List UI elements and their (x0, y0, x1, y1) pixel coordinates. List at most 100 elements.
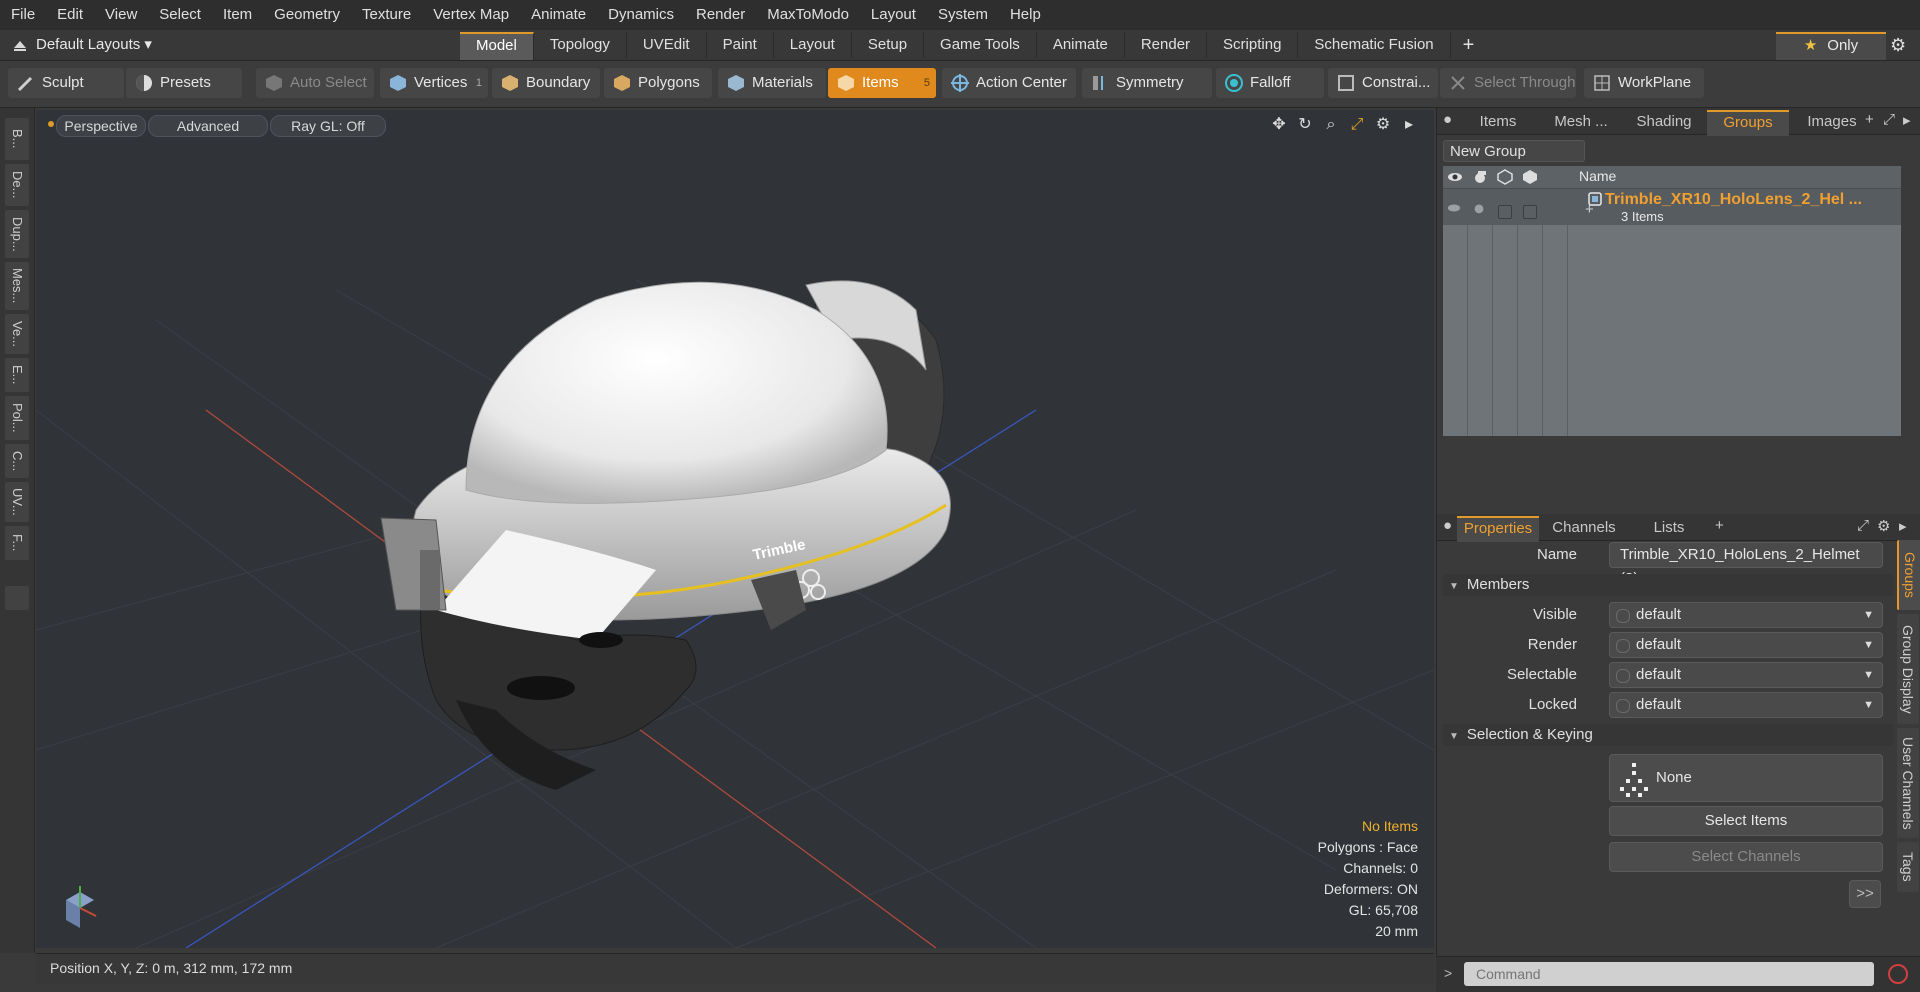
zoom-icon[interactable]: ⌕ (1318, 114, 1344, 136)
materials-button[interactable]: Materials (718, 68, 826, 98)
keying-none-button[interactable]: None (1609, 754, 1883, 802)
default-layouts-dropdown[interactable]: Default Layouts ▾ (36, 30, 152, 60)
menu-geometry[interactable]: Geometry (263, 0, 351, 30)
workplane-button[interactable]: WorkPlane (1584, 68, 1704, 98)
side-tab-group-display[interactable]: Group Display (1897, 614, 1919, 724)
collapse-up-icon[interactable] (12, 37, 28, 53)
tab-model[interactable]: Model (460, 32, 534, 60)
tab-schematic-fusion[interactable]: Schematic Fusion (1298, 32, 1451, 58)
left-tab-duplicate[interactable]: Dup... (5, 210, 29, 258)
left-tab-curve[interactable]: C... (5, 444, 29, 478)
locked-dropdown[interactable]: default ▼ (1609, 692, 1883, 718)
tab-paint[interactable]: Paint (707, 32, 774, 58)
left-tab-mesh[interactable]: Mes... (5, 262, 29, 310)
play-arrow-icon[interactable]: ▸ (1396, 114, 1422, 136)
more-button[interactable]: >> (1849, 880, 1881, 908)
select-cube-icon[interactable] (1497, 169, 1513, 185)
left-tab-basic[interactable]: B... (5, 118, 29, 160)
tab-setup[interactable]: Setup (852, 32, 925, 58)
add-tab-icon[interactable]: + (1451, 32, 1487, 58)
expand-panel-icon[interactable]: ⤢ (1883, 111, 1895, 128)
tab-groups[interactable]: Groups (1707, 110, 1789, 136)
menu-view[interactable]: View (94, 0, 148, 30)
advanced-dropdown[interactable]: Advanced (148, 115, 268, 137)
selection-keying-section[interactable]: ▼ Selection & Keying (1443, 724, 1893, 746)
menu-select[interactable]: Select (148, 0, 212, 30)
menu-layout[interactable]: Layout (860, 0, 927, 30)
side-tab-tags[interactable]: Tags (1897, 842, 1919, 892)
menu-vertex-map[interactable]: Vertex Map (422, 0, 520, 30)
action-center-button[interactable]: Action Center (942, 68, 1076, 98)
left-tab-deform[interactable]: De... (5, 164, 29, 206)
tab-uvedit[interactable]: UVEdit (627, 32, 707, 58)
tab-mesh[interactable]: Mesh ... (1541, 110, 1621, 134)
tab-render[interactable]: Render (1125, 32, 1208, 58)
left-tab-vertex[interactable]: Ve... (5, 314, 29, 354)
visible-dropdown[interactable]: default ▼ (1609, 602, 1883, 628)
menu-help[interactable]: Help (999, 0, 1052, 30)
tab-animate[interactable]: Animate (1037, 32, 1125, 58)
row-eye-icon[interactable] (1447, 201, 1461, 215)
menu-edit[interactable]: Edit (46, 0, 94, 30)
symmetry-button[interactable]: Symmetry (1082, 68, 1212, 98)
add-panel-tab-icon[interactable]: + (1865, 111, 1874, 128)
selectable-dropdown[interactable]: default ▼ (1609, 662, 1883, 688)
menu-animate[interactable]: Animate (520, 0, 597, 30)
constraints-button[interactable]: Constrai... (1328, 68, 1438, 98)
left-tab-edge[interactable]: E... (5, 358, 29, 392)
eye-icon[interactable] (1447, 169, 1463, 185)
menu-item[interactable]: Item (212, 0, 263, 30)
tab-shading[interactable]: Shading (1623, 110, 1705, 134)
lock-cube-icon[interactable] (1522, 169, 1538, 185)
tab-images[interactable]: Images (1791, 110, 1873, 134)
tab-items[interactable]: Items (1457, 110, 1539, 134)
members-section[interactable]: ▼ Members (1443, 574, 1893, 596)
rotate-icon[interactable]: ↻ (1292, 114, 1318, 136)
menu-render[interactable]: Render (685, 0, 756, 30)
menu-texture[interactable]: Texture (351, 0, 422, 30)
tab-scripting[interactable]: Scripting (1207, 32, 1299, 58)
menu-maxtomodo[interactable]: MaxToModo (756, 0, 860, 30)
select-items-button[interactable]: Select Items (1609, 806, 1883, 836)
menu-file[interactable]: File (0, 0, 46, 30)
new-group-button[interactable]: New Group (1443, 140, 1585, 162)
menu-system[interactable]: System (927, 0, 999, 30)
vertices-button[interactable]: Vertices 1 (380, 68, 488, 98)
panel-arrow-icon[interactable]: ▸ (1903, 111, 1911, 129)
boundary-button[interactable]: Boundary (492, 68, 600, 98)
render-dropdown[interactable]: default ▼ (1609, 632, 1883, 658)
items-button[interactable]: Items 5 (828, 68, 936, 98)
side-tab-user-channels[interactable]: User Channels (1897, 728, 1919, 838)
viewport-gear-icon[interactable]: ⚙ (1370, 114, 1396, 136)
sculpt-button[interactable]: Sculpt (8, 68, 124, 98)
falloff-button[interactable]: Falloff (1216, 68, 1324, 98)
stop-circle-icon[interactable] (1888, 964, 1908, 984)
row-lock-checkbox[interactable] (1523, 205, 1537, 219)
select-channels-button[interactable]: Select Channels (1609, 842, 1883, 872)
tab-layout[interactable]: Layout (774, 32, 852, 58)
group-row[interactable]: + Trimble_XR10_HoloLens_2_Hel ... 3 Item… (1443, 189, 1901, 225)
gear-icon[interactable]: ⚙ (1890, 35, 1910, 55)
raygl-dropdown[interactable]: Ray GL: Off (270, 115, 386, 137)
tab-topology[interactable]: Topology (534, 32, 627, 58)
perspective-dropdown[interactable]: Perspective (56, 115, 146, 137)
group-name-field[interactable]: Trimble_XR10_HoloLens_2_Helmet (3) (1609, 542, 1883, 587)
presets-button[interactable]: Presets (126, 68, 242, 98)
command-input[interactable] (1464, 962, 1874, 986)
left-tab-polygon[interactable]: Pol... (5, 396, 29, 440)
render-icon[interactable] (1472, 169, 1488, 185)
select-through-button[interactable]: Select Through (1440, 68, 1576, 98)
only-toggle[interactable]: ★ Only (1776, 32, 1886, 60)
left-tab-uv[interactable]: UV... (5, 482, 29, 522)
left-tab-extra[interactable] (5, 586, 29, 610)
menu-dynamics[interactable]: Dynamics (597, 0, 685, 30)
side-tab-groups[interactable]: Groups (1897, 540, 1920, 610)
group-list[interactable]: Name + Trimble_XR10_HoloLens_2_Hel ... 3… (1443, 166, 1901, 436)
3d-viewport[interactable]: Trimble Perspective Advanced Ray GL: Off… (36, 110, 1434, 948)
row-render-icon[interactable] (1472, 201, 1486, 215)
auto-select-button[interactable]: Auto Select (256, 68, 374, 98)
pan-icon[interactable]: ✥ (1266, 114, 1292, 136)
left-tab-fusion[interactable]: F... (5, 526, 29, 560)
polygons-button[interactable]: Polygons (604, 68, 712, 98)
tab-game-tools[interactable]: Game Tools (924, 32, 1037, 58)
